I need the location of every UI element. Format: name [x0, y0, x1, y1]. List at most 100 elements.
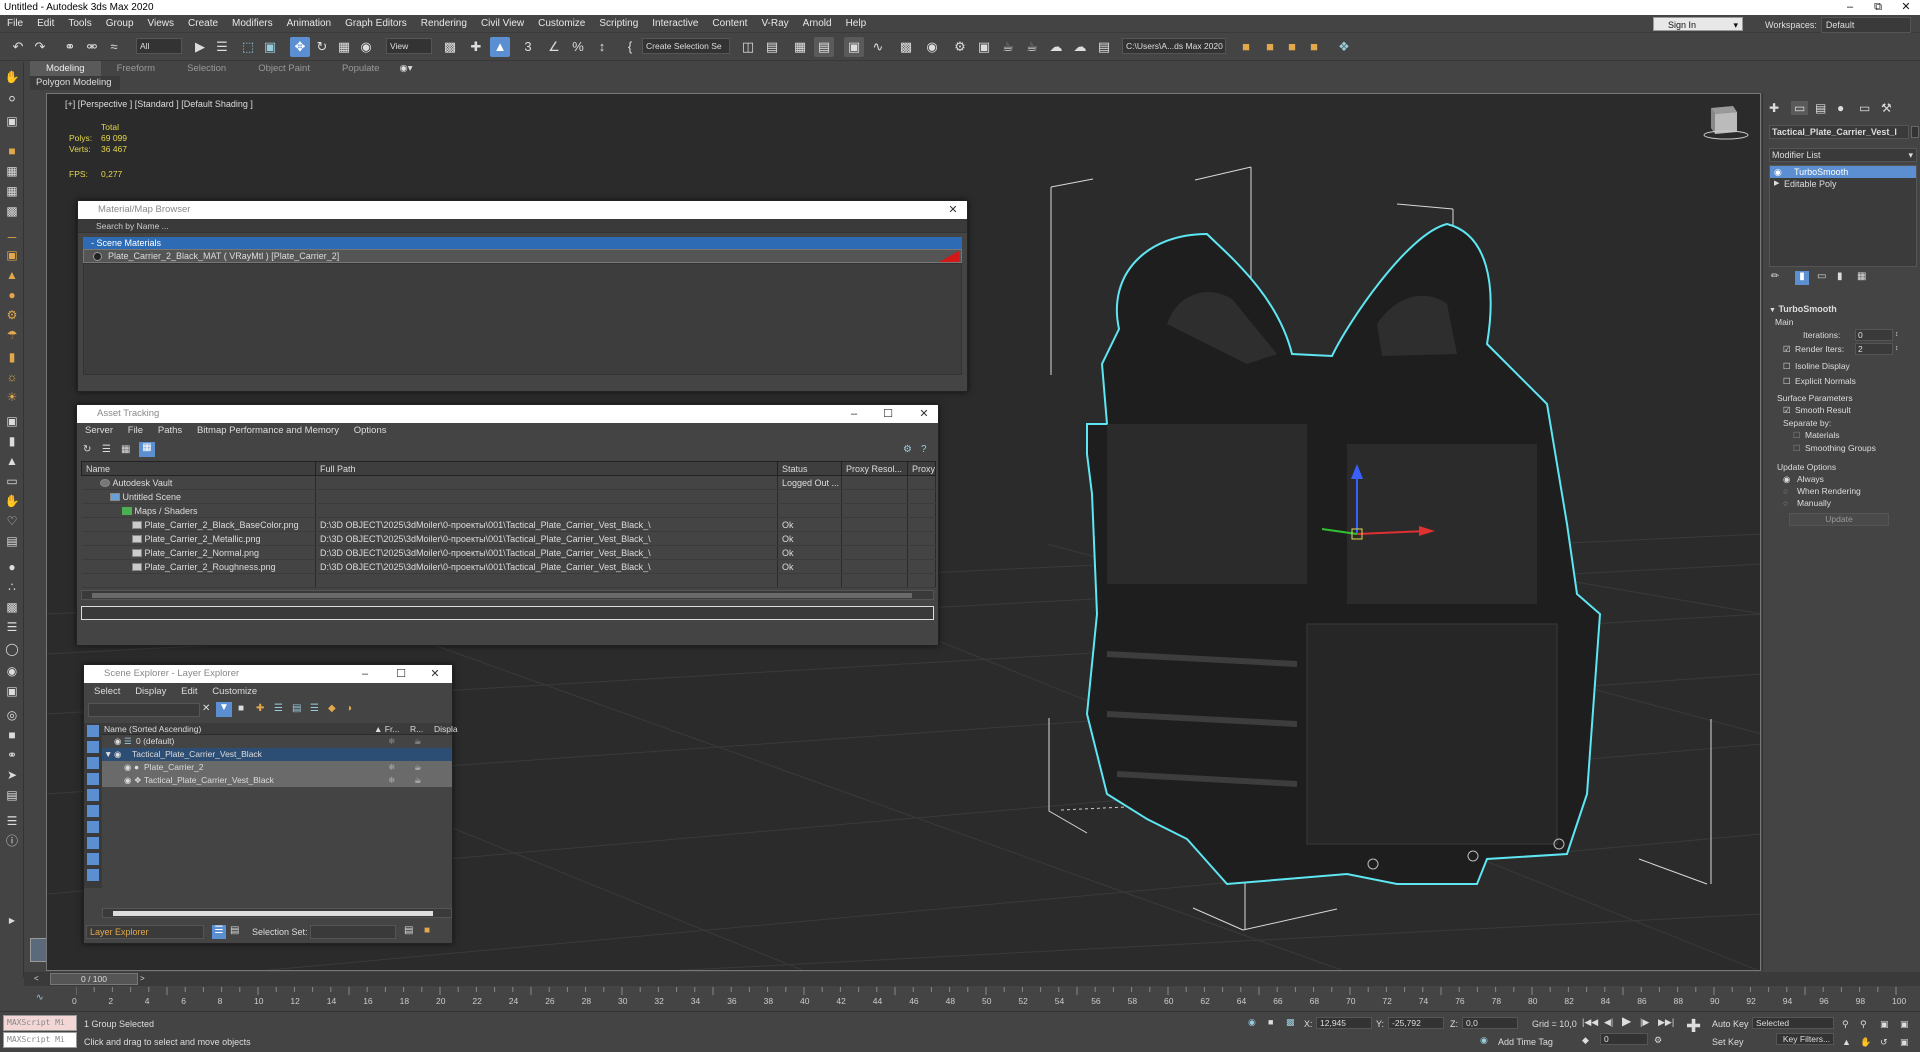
- freeze-icon[interactable]: ❄: [388, 735, 395, 748]
- menu-create[interactable]: Create: [181, 15, 225, 33]
- orbit-icon[interactable]: ⚪: [3, 90, 21, 108]
- toggle-layer-explorer-icon[interactable]: ▤: [814, 37, 834, 57]
- bind-space-warp-icon[interactable]: ≈: [104, 37, 124, 57]
- expand-arrow-icon[interactable]: ▼: [104, 748, 112, 761]
- refresh-icon[interactable]: ↻: [83, 444, 91, 455]
- display-spacewarps-icon[interactable]: [87, 821, 99, 833]
- make-unique-icon[interactable]: ▭: [1817, 271, 1826, 282]
- select-and-rotate-icon[interactable]: ↻: [312, 37, 332, 57]
- key-filters-button[interactable]: Key Filters...: [1776, 1033, 1834, 1045]
- iterations-input[interactable]: 0: [1855, 329, 1893, 341]
- close-icon[interactable]: ✕: [424, 665, 446, 683]
- select-manipulate-icon[interactable]: ✚: [466, 37, 486, 57]
- chair-icon[interactable]: ▣: [3, 246, 21, 264]
- key-selection-dropdown[interactable]: Selected: [1752, 1017, 1834, 1029]
- object-name-field[interactable]: Tactical_Plate_Carrier_Vest_l: [1769, 125, 1909, 139]
- place-icon[interactable]: ◉: [356, 37, 376, 57]
- list-panel-icon[interactable]: ☰: [3, 812, 21, 830]
- stack-item-editable-poly[interactable]: ▶ Editable Poly: [1770, 178, 1916, 190]
- tab-selection[interactable]: Selection: [171, 61, 242, 76]
- y-coordinate-field[interactable]: -25,792: [1388, 1017, 1444, 1029]
- asset-tracking-titlebar[interactable]: Asset Tracking – ☐ ✕: [77, 405, 938, 423]
- orbit-view-icon[interactable]: ↺: [1880, 1036, 1888, 1048]
- hierarchy-tab-icon[interactable]: ▤: [1815, 101, 1826, 115]
- selection-lock-icon[interactable]: ■: [1268, 1016, 1273, 1028]
- layers-toggle-icon[interactable]: ☰: [212, 925, 226, 939]
- scene-explorer-titlebar[interactable]: Scene Explorer - Layer Explorer – ☐ ✕: [84, 665, 452, 683]
- shelf-icon[interactable]: ─: [3, 228, 21, 246]
- column-proxy-status[interactable]: Proxy S: [907, 461, 936, 476]
- next-key-icon[interactable]: |▶: [1640, 1016, 1649, 1028]
- undo-icon[interactable]: ↶: [8, 37, 28, 57]
- curve-editor-icon[interactable]: ∿: [868, 37, 888, 57]
- eye-icon[interactable]: ◉: [114, 735, 121, 748]
- table-row[interactable]: Autodesk Vault Logged Out ...: [81, 475, 936, 490]
- eye-icon[interactable]: ◉: [124, 761, 131, 774]
- column-name[interactable]: Name: [81, 461, 316, 476]
- table-row[interactable]: Plate_Carrier_2_Roughness.png D:\3D OBJE…: [81, 559, 936, 574]
- menu-file[interactable]: File: [0, 15, 30, 33]
- help-icon[interactable]: ?: [921, 444, 927, 455]
- edit-named-selection-icon[interactable]: {: [620, 37, 640, 57]
- render-iterative-icon[interactable]: ☕: [1022, 37, 1042, 57]
- plane-icon[interactable]: ▭: [3, 472, 21, 490]
- unlink-icon[interactable]: ⚮: [82, 37, 102, 57]
- asset-horizontal-scrollbar[interactable]: [81, 590, 934, 600]
- column-full-path[interactable]: Full Path: [315, 461, 778, 476]
- scene-menu-customize[interactable]: Customize: [206, 684, 263, 700]
- stack-icon[interactable]: ☰: [3, 618, 21, 636]
- snapshot-icon[interactable]: ■: [3, 142, 21, 160]
- display-tab-icon[interactable]: ▭: [1859, 101, 1870, 115]
- smooth-result-row[interactable]: ☑ Smooth Result: [1769, 404, 1917, 417]
- prev-key-icon[interactable]: ◀|: [1604, 1016, 1613, 1028]
- modify-tab-icon[interactable]: ▭: [1791, 101, 1809, 115]
- folder-save-icon[interactable]: ■: [1304, 37, 1324, 57]
- link-tool-icon[interactable]: ⚭: [3, 746, 21, 764]
- grid-view-icon[interactable]: ▦: [139, 442, 155, 457]
- display-cameras-icon[interactable]: [87, 789, 99, 801]
- material-editor-icon[interactable]: ◉: [922, 37, 942, 57]
- remove-modifier-icon[interactable]: ▮: [1837, 271, 1843, 282]
- link-icon[interactable]: ⚭: [60, 37, 80, 57]
- freeze-icon[interactable]: ❄: [388, 761, 395, 774]
- grass-icon[interactable]: ♡: [3, 512, 21, 530]
- keyboard-shortcut-override-icon[interactable]: ▲: [490, 37, 510, 57]
- menu-vray[interactable]: V-Ray: [754, 15, 795, 33]
- add-layer-icon[interactable]: ✚: [256, 703, 264, 714]
- asset-menu-bitmap[interactable]: Bitmap Performance and Memory: [191, 423, 345, 439]
- viewport-label[interactable]: [+] [Perspective ] [Standard ] [Default …: [65, 99, 253, 109]
- scene-menu-edit[interactable]: Edit: [175, 684, 203, 700]
- menu-content[interactable]: Content: [705, 15, 754, 33]
- redo-icon[interactable]: ↷: [30, 37, 50, 57]
- folder-open-icon[interactable]: ■: [1282, 37, 1302, 57]
- sun-icon[interactable]: ☼: [3, 368, 21, 386]
- column-name-sorted[interactable]: Name (Sorted Ascending): [104, 723, 201, 735]
- goto-start-icon[interactable]: |◀◀: [1582, 1016, 1598, 1028]
- sphere-icon[interactable]: ●: [3, 286, 21, 304]
- render-iters-spinner[interactable]: ↕: [1895, 342, 1899, 356]
- materials-row[interactable]: ☐ Materials: [1769, 429, 1917, 442]
- asset-menu-server[interactable]: Server: [79, 423, 119, 439]
- absolute-mode-icon[interactable]: ▩: [1286, 1016, 1295, 1028]
- auto-key-button[interactable]: Auto Key: [1712, 1018, 1749, 1030]
- spacing-icon[interactable]: ▦: [3, 182, 21, 200]
- select-by-name-icon[interactable]: ☰: [212, 37, 232, 57]
- info-icon[interactable]: ⓘ: [3, 832, 21, 850]
- zoom-extents-all-icon[interactable]: ▣: [1900, 1018, 1909, 1030]
- material-search-input[interactable]: Search by Name ...: [78, 219, 967, 233]
- render-icon[interactable]: ☕: [414, 774, 422, 787]
- table-row[interactable]: Plate_Carrier_2_Metallic.png D:\3D OBJEC…: [81, 531, 936, 546]
- eye-icon[interactable]: ◉: [124, 774, 131, 787]
- gear-icon[interactable]: ⚙: [3, 306, 21, 324]
- time-slider[interactable]: < 0 / 100 >: [24, 972, 1920, 986]
- explicit-normals-checkbox[interactable]: ☐: [1783, 375, 1791, 388]
- z-coordinate-field[interactable]: 0,0: [1462, 1017, 1518, 1029]
- array-icon[interactable]: ▦: [3, 162, 21, 180]
- select-layer-icon[interactable]: ◑: [346, 703, 352, 714]
- maxscript-listener[interactable]: MAXScript Mi: [3, 1015, 77, 1031]
- expand-arrow-icon[interactable]: ▶: [1774, 178, 1779, 190]
- rollout-header[interactable]: ▼ TurboSmooth: [1769, 303, 1917, 317]
- list-item[interactable]: ◉ ❖ Tactical_Plate_Carrier_Vest_Black ❄ …: [102, 774, 452, 787]
- stairs-icon[interactable]: ▤: [3, 532, 21, 550]
- display-lights-icon[interactable]: [87, 773, 99, 785]
